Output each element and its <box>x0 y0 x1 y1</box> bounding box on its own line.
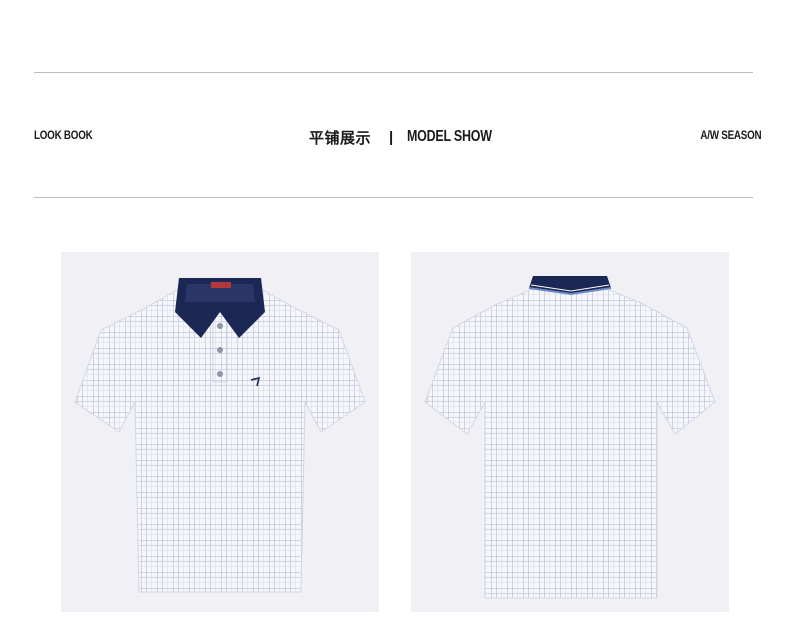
polo-back-photo <box>411 252 729 612</box>
polo-front-photo <box>61 252 379 612</box>
title-separator: | <box>389 128 394 146</box>
polo-front-illustration <box>74 278 366 593</box>
section-title: 平铺展示 | MODEL SHOW <box>309 124 516 150</box>
section-header: LOOK BOOK 平铺展示 | MODEL SHOW A/W SEASON <box>34 124 761 150</box>
polo-back-illustration <box>424 276 716 599</box>
top-divider <box>34 72 753 73</box>
look-book-label: LOOK BOOK <box>34 128 93 142</box>
button-icon <box>217 347 223 353</box>
bottom-divider <box>34 197 753 198</box>
section-title-en: MODEL SHOW <box>407 128 493 145</box>
neck-label <box>211 282 231 288</box>
button-icon <box>217 323 223 329</box>
section-title-cn: 平铺展示 <box>309 128 372 147</box>
button-icon <box>217 371 223 377</box>
season-label: A/W SEASON <box>700 128 761 142</box>
